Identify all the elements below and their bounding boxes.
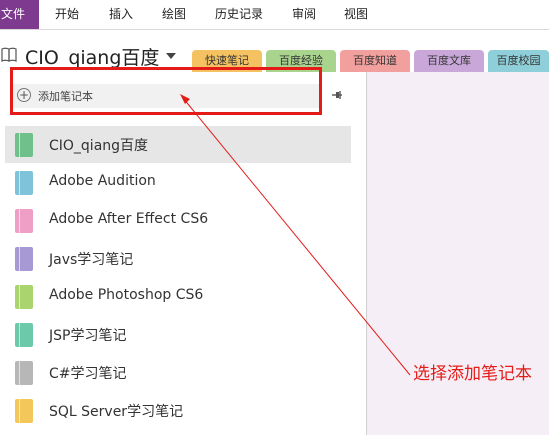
annotation-text: 选择添加笔记本: [413, 364, 532, 384]
